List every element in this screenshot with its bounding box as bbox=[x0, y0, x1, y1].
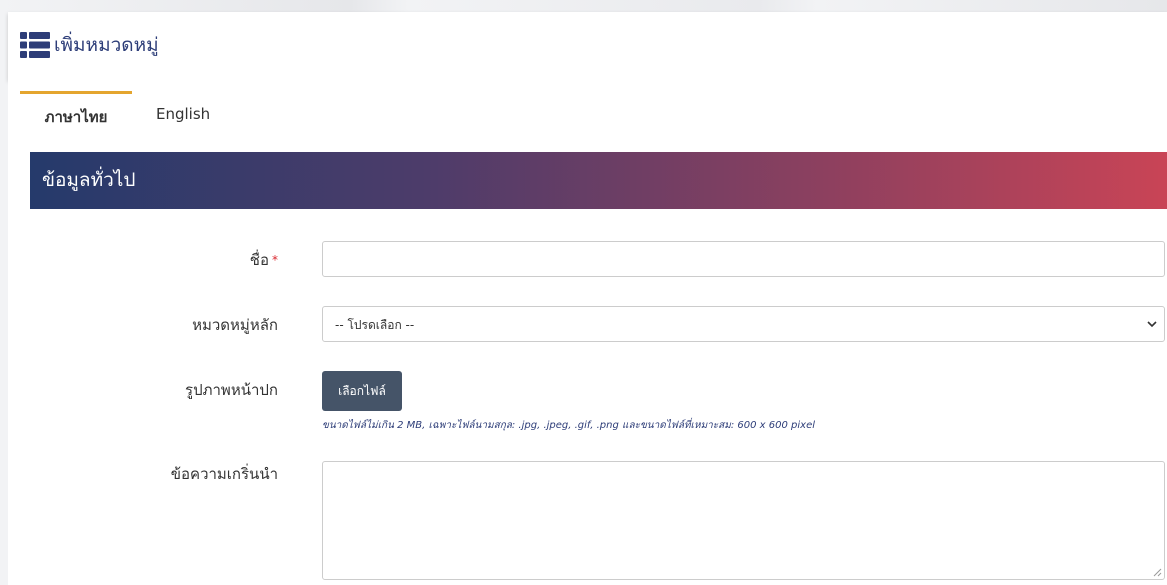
tab-english[interactable]: English bbox=[156, 91, 210, 139]
name-label: ชื่อ * bbox=[78, 250, 278, 270]
name-label-text: ชื่อ bbox=[249, 251, 269, 269]
parent-category-selected: -- โปรดเลือก -- bbox=[335, 318, 415, 332]
form-panel: ภาษาไทย English ข้อมูลทั่วไป ชื่อ * หมวดห… bbox=[8, 80, 1167, 585]
chevron-down-icon bbox=[1147, 321, 1157, 328]
list-icon bbox=[20, 32, 50, 58]
section-header: ข้อมูลทั่วไป bbox=[30, 152, 1167, 209]
page-title: เพิ่มหมวดหมู่ bbox=[54, 34, 159, 56]
resize-grip-icon[interactable] bbox=[1153, 568, 1162, 577]
section-title: ข้อมูลทั่วไป bbox=[42, 169, 136, 191]
parent-category-label: หมวดหมู่หลัก bbox=[192, 316, 278, 334]
required-mark: * bbox=[272, 253, 278, 267]
cover-image-label: รูปภาพหน้าปก bbox=[185, 381, 278, 399]
tab-thai[interactable]: ภาษาไทย bbox=[20, 91, 132, 139]
intro-text-area[interactable] bbox=[322, 461, 1165, 580]
parent-category-select[interactable]: -- โปรดเลือก -- bbox=[322, 306, 1165, 342]
name-input[interactable] bbox=[322, 241, 1165, 277]
page-header: เพิ่มหมวดหมู่ bbox=[8, 12, 1167, 80]
file-hint: ขนาดไฟล์ไม่เกิน 2 MB, เฉพาะไฟล์นามสกุล: … bbox=[322, 420, 815, 431]
intro-text-label: ข้อความเกริ่นนำ bbox=[170, 465, 278, 483]
top-strip bbox=[0, 0, 1167, 12]
choose-file-button[interactable]: เลือกไฟล์ bbox=[322, 371, 402, 411]
